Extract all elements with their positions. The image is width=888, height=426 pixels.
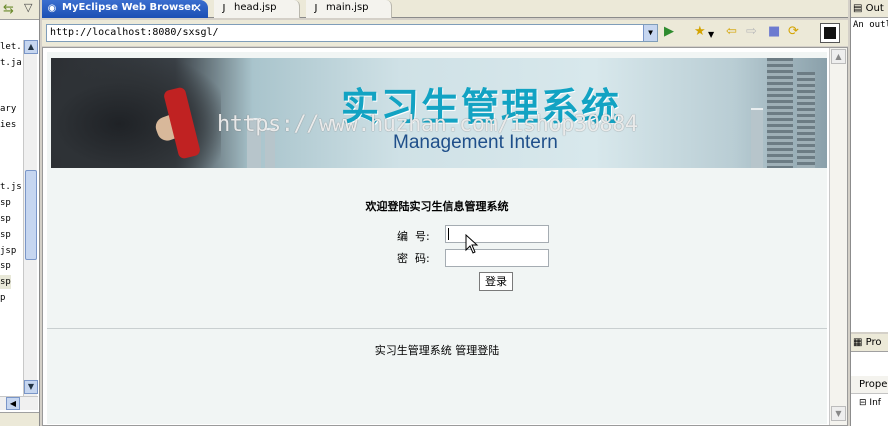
url-dropdown-arrow-icon[interactable]: ▼ xyxy=(643,25,657,41)
banner-building xyxy=(767,58,793,168)
id-input[interactable] xyxy=(445,225,549,243)
close-icon[interactable]: ✕ xyxy=(192,0,202,16)
tree-item[interactable]: sp xyxy=(0,196,11,210)
banner-building xyxy=(797,72,815,168)
properties-column-header: Prope xyxy=(851,376,888,394)
banner-building xyxy=(751,108,763,168)
tree-item[interactable]: jsp xyxy=(0,244,16,258)
tab-label: main.jsp xyxy=(326,2,369,13)
browser-viewport: 实习生管理系统 Management Intern https://www.hu… xyxy=(42,47,848,426)
tree-item[interactable]: let. xyxy=(0,40,22,54)
footer-divider xyxy=(47,328,827,329)
tree-item[interactable]: t.js xyxy=(0,180,22,194)
tab-myeclipse-web-browser[interactable]: ◉ MyEclipse Web Browser ✕ xyxy=(42,0,208,18)
outline-message: An outl xyxy=(853,20,888,30)
viewport-vertical-scrollbar[interactable]: ▲ ▼ xyxy=(829,48,847,425)
footer-text: 实习生管理系统 管理登陆 xyxy=(374,344,500,357)
welcome-heading: 欢迎登陆实习生信息管理系统 xyxy=(365,200,509,213)
password-input[interactable] xyxy=(445,249,549,267)
view-menu-icon[interactable]: ▽ xyxy=(24,1,32,14)
sync-icon[interactable]: ⇆ xyxy=(3,2,14,17)
tab-label: head.jsp xyxy=(234,2,277,13)
collapse-icon[interactable]: ⊟ xyxy=(859,398,867,408)
jsp-file-icon: J xyxy=(314,3,318,14)
terminal-icon[interactable] xyxy=(820,23,840,43)
forward-icon[interactable]: ⇨ xyxy=(746,25,757,39)
left-bottom-strip xyxy=(0,412,39,426)
favorites-dropdown-icon[interactable]: ▼ xyxy=(708,28,714,42)
editor-tab-bar: ◉ MyEclipse Web Browser ✕ J head.jsp J m… xyxy=(42,0,886,18)
scroll-up-arrow-icon[interactable]: ▲ xyxy=(831,49,846,64)
outline-icon: ▤ xyxy=(853,3,863,14)
scroll-up-arrow-icon[interactable]: ▲ xyxy=(24,40,38,54)
jsp-file-icon: J xyxy=(222,3,226,14)
properties-row[interactable]: ⊟ Inf xyxy=(859,398,881,408)
tree-item-selected[interactable]: sp xyxy=(0,275,11,289)
package-explorer-horizontal-scrollbar[interactable]: ◀ xyxy=(0,396,38,410)
outline-panel: ▤ Out An outl ▦ Pro Prope ⊟ Inf xyxy=(850,0,888,426)
tree-item[interactable]: sp xyxy=(0,212,11,226)
tree-item[interactable]: sp xyxy=(0,259,11,273)
scroll-down-arrow-icon[interactable]: ▼ xyxy=(831,406,846,421)
outline-tab[interactable]: ▤ Out xyxy=(851,0,888,18)
tab-head-jsp[interactable]: J head.jsp xyxy=(214,0,300,18)
tree-item[interactable]: t.ja xyxy=(0,56,22,70)
favorites-icon[interactable]: ★ xyxy=(694,25,706,39)
mouse-pointer-icon xyxy=(465,234,479,254)
package-explorer-toolbar: ⇆ ▽ xyxy=(0,0,39,20)
properties-icon: ▦ xyxy=(853,337,863,348)
properties-tab[interactable]: ▦ Pro xyxy=(851,334,888,352)
password-label: 密 码: xyxy=(397,252,430,265)
properties-row-label: Inf xyxy=(869,398,881,408)
globe-icon: ◉ xyxy=(47,3,57,14)
browser-toolbar: http://localhost:8080/sxsgl/ ▼ ▶ ★ ▼ ⇦ ⇨… xyxy=(42,20,848,46)
properties-tab-label: Pro xyxy=(865,337,882,348)
go-icon[interactable]: ▶ xyxy=(664,25,674,39)
watermark-text: https://www.huzhan.com/ishop30884 xyxy=(217,112,638,137)
text-caret xyxy=(448,228,449,240)
stop-icon[interactable]: ■ xyxy=(768,25,780,39)
tree-item[interactable]: p xyxy=(0,291,5,305)
scroll-left-arrow-icon[interactable]: ◀ xyxy=(6,397,20,410)
refresh-icon[interactable]: ⟳ xyxy=(788,25,799,39)
tab-label: MyEclipse Web Browser xyxy=(62,2,196,13)
back-icon[interactable]: ⇦ xyxy=(726,25,737,39)
login-button[interactable]: 登录 xyxy=(479,272,513,291)
id-label: 编 号: xyxy=(397,230,430,243)
outline-tab-label: Out xyxy=(865,3,884,14)
scrollbar-thumb[interactable] xyxy=(25,170,37,260)
tree-item[interactable]: ary xyxy=(0,102,16,116)
site-banner: 实习生管理系统 Management Intern https://www.hu… xyxy=(51,58,827,168)
url-text: http://localhost:8080/sxsgl/ xyxy=(50,27,219,38)
package-explorer-vertical-scrollbar[interactable]: ▲ ▼ xyxy=(23,40,38,396)
web-page: 实习生管理系统 Management Intern https://www.hu… xyxy=(47,52,827,424)
package-explorer-panel: ⇆ ▽ let. t.ja ary ies t.js sp sp sp jsp … xyxy=(0,0,40,426)
tree-item[interactable]: sp xyxy=(0,228,11,242)
tab-main-jsp[interactable]: J main.jsp xyxy=(306,0,392,18)
url-input[interactable]: http://localhost:8080/sxsgl/ ▼ xyxy=(46,24,658,42)
tree-item[interactable]: ies xyxy=(0,118,16,132)
scroll-down-arrow-icon[interactable]: ▼ xyxy=(24,380,38,394)
